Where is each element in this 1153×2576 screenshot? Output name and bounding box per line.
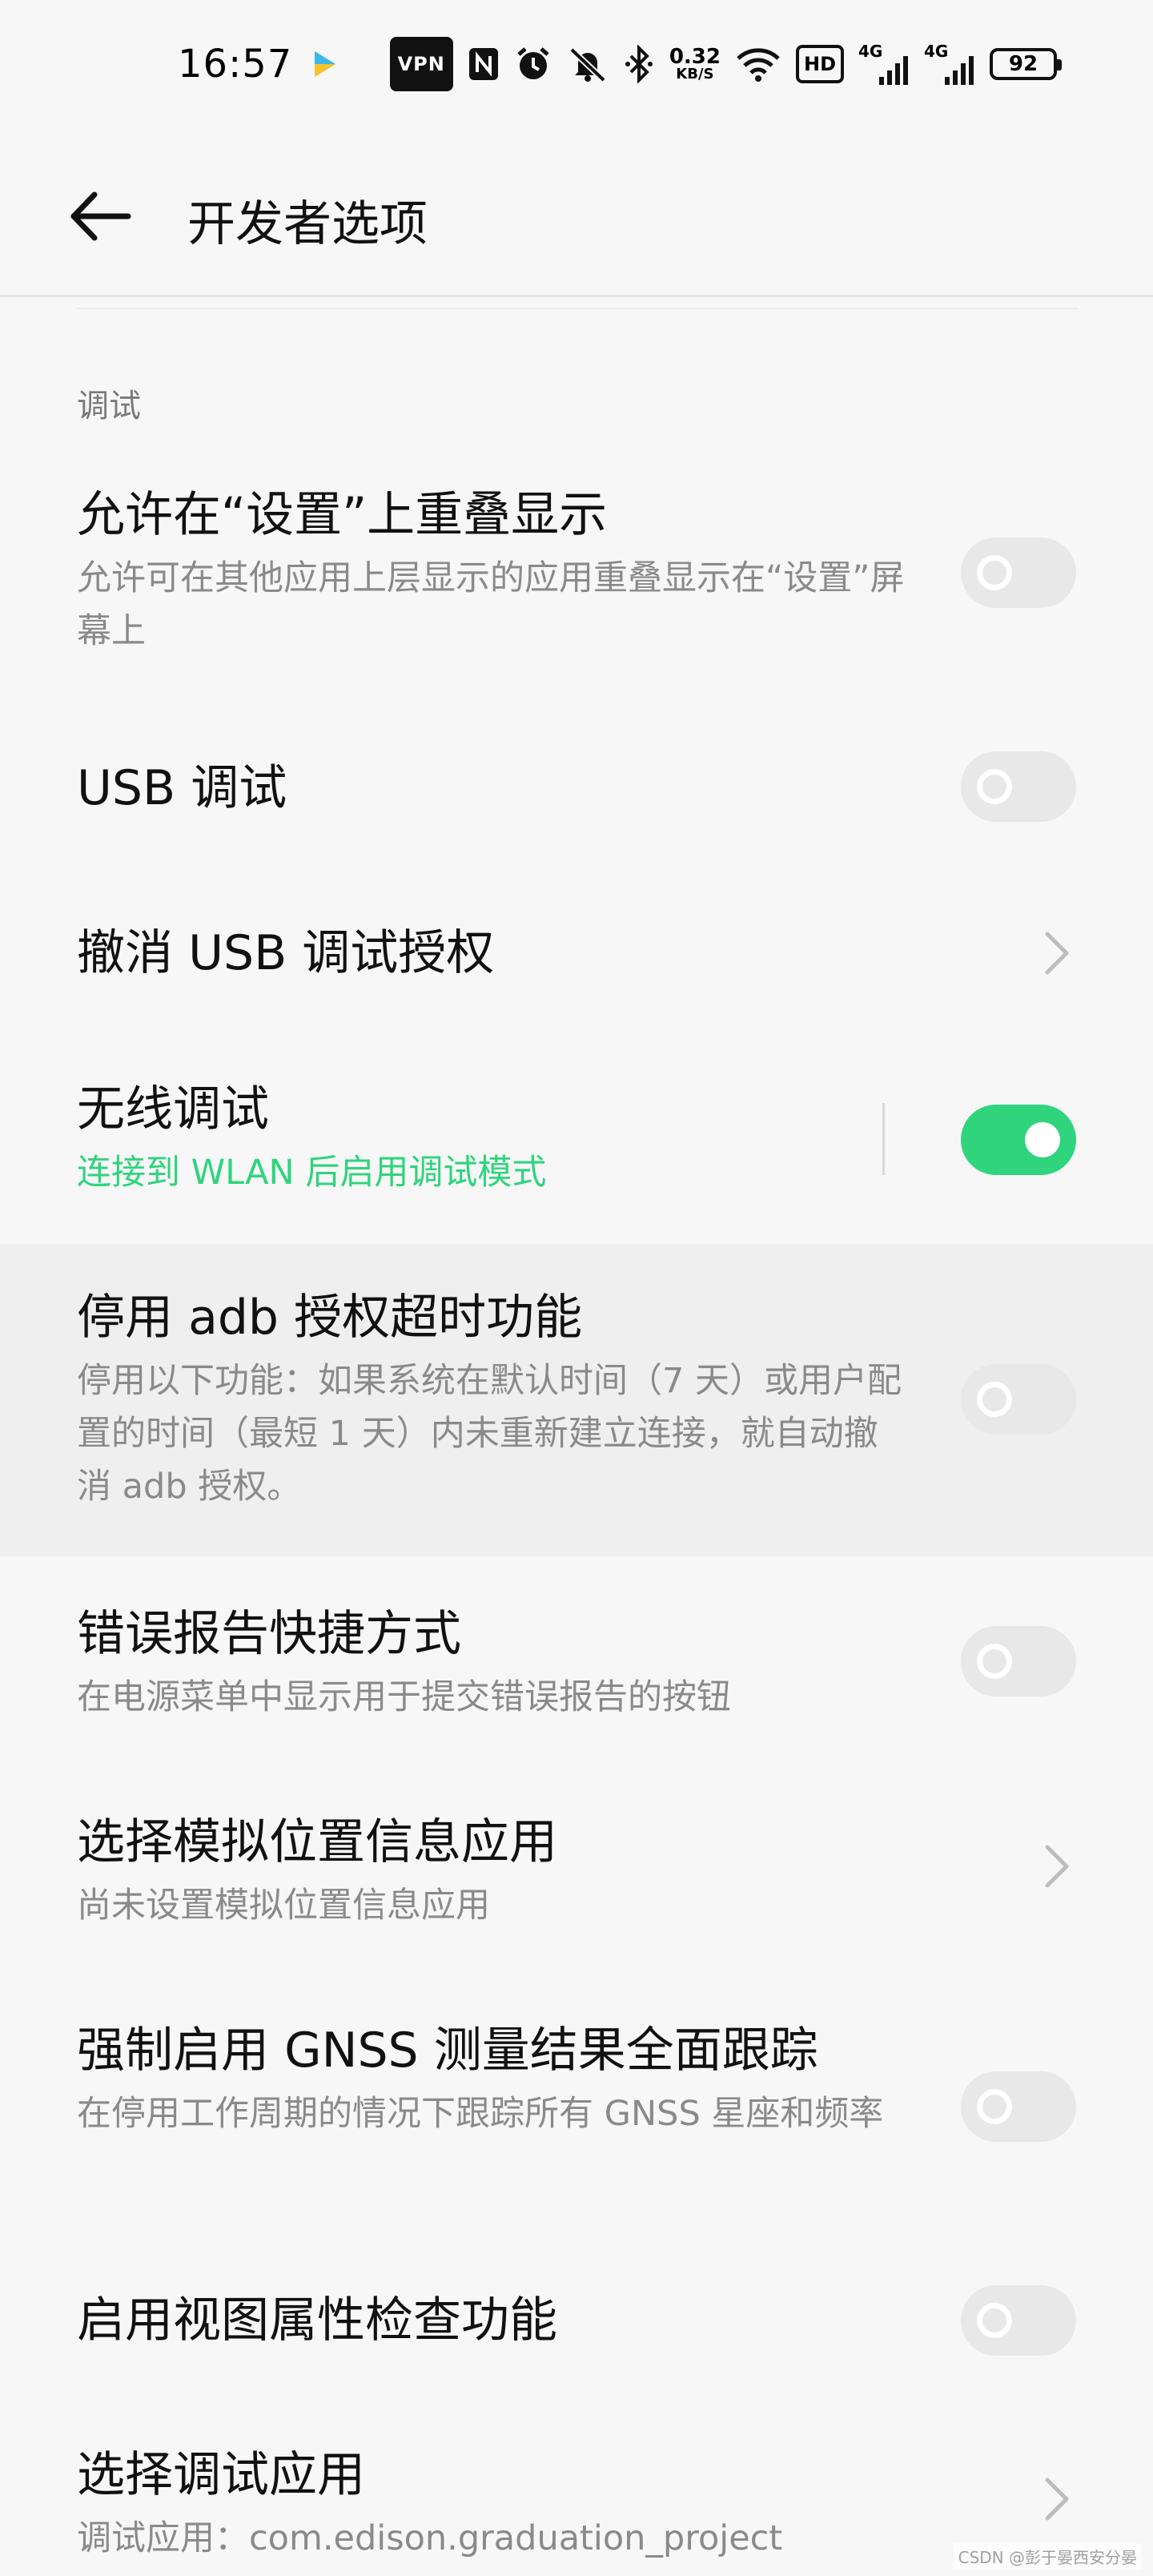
row-text: 启用视图属性检查功能	[77, 2287, 910, 2354]
row-subtitle: 在停用工作周期的情况下跟踪所有 GNSS 星座和频率	[77, 2094, 884, 2134]
gnss-tracking-toggle[interactable]	[961, 2071, 1076, 2142]
setting-row-adb-auth-timeout[interactable]: 停用 adb 授权超时功能 停用以下功能：如果系统在默认时间（7 天）或用户配置…	[0, 1244, 1153, 1556]
setting-row-wireless-debugging[interactable]: 无线调试 连接到 WLAN 后启用调试模式	[0, 1069, 1153, 1230]
overlay-toggle[interactable]	[961, 537, 1076, 608]
status-time: 16:57	[178, 42, 293, 87]
app-header: 开发者选项	[0, 132, 1153, 297]
setting-row-gnss-tracking[interactable]: 强制启用 GNSS 测量结果全面跟踪 在停用工作周期的情况下跟踪所有 GNSS …	[0, 2010, 1153, 2227]
toggle-knob	[977, 1382, 1012, 1417]
row-text: USB 调试	[77, 755, 910, 822]
alarm-icon	[514, 42, 552, 87]
row-subtitle: 调试应用：com.edison.graduation_project	[77, 2518, 783, 2558]
row-subtitle: 在电源菜单中显示用于提交错误报告的按钮	[77, 1677, 731, 1717]
vpn-badge: VPN	[389, 37, 453, 91]
bug-report-toggle[interactable]	[961, 1626, 1076, 1697]
bluetooth-icon	[623, 42, 655, 87]
status-bar: 16:57 VPN 0.32 KB/S HD 4G 4G 92	[0, 0, 1153, 132]
toggle-knob	[977, 769, 1012, 804]
header-divider	[0, 295, 1153, 297]
row-subtitle: 停用以下功能：如果系统在默认时间（7 天）或用户配置的时间（最短 1 天）内未重…	[77, 1361, 902, 1507]
adb-auth-timeout-toggle[interactable]	[961, 1364, 1076, 1435]
toggle-knob	[1025, 1122, 1060, 1157]
setting-row-revoke-usb-auth[interactable]: 撤消 USB 调试授权	[0, 905, 1153, 1009]
row-title: 停用 adb 授权超时功能	[77, 1290, 583, 1346]
signal-icon-1: 4G	[858, 42, 910, 87]
toggle-knob	[977, 1644, 1012, 1679]
setting-row-bug-report-shortcut[interactable]: 错误报告快捷方式 在电源菜单中显示用于提交错误报告的按钮	[0, 1594, 1153, 1746]
row-subtitle: 允许可在其他应用上层显示的应用重叠显示在“设置”屏幕上	[77, 558, 905, 651]
toggle-knob	[977, 2089, 1012, 2124]
play-icon	[308, 42, 340, 87]
row-title: 启用视图属性检查功能	[77, 2292, 557, 2349]
row-text: 选择模拟位置信息应用 尚未设置模拟位置信息应用	[77, 1809, 910, 1932]
row-text: 撤消 USB 调试授权	[77, 920, 910, 987]
toggle-knob	[977, 555, 1012, 590]
row-text: 无线调试 连接到 WLAN 后启用调试模式	[77, 1076, 910, 1199]
row-title: USB 调试	[77, 760, 287, 816]
row-title: 选择模拟位置信息应用	[77, 1814, 557, 1870]
row-subtitle: 连接到 WLAN 后启用调试模式	[77, 1153, 547, 1193]
setting-row-mock-location[interactable]: 选择模拟位置信息应用 尚未设置模拟位置信息应用	[0, 1802, 1153, 1954]
net-speed: 0.32 KB/S	[669, 45, 721, 83]
row-title: 无线调试	[77, 1081, 269, 1137]
row-subtitle: 尚未设置模拟位置信息应用	[77, 1886, 490, 1926]
row-title: 选择调试应用	[77, 2447, 365, 2503]
signal-icon-2: 4G	[924, 42, 975, 87]
chevron-right-icon[interactable]	[1041, 929, 1073, 977]
setting-row-usb-debugging[interactable]: USB 调试	[0, 737, 1153, 841]
setting-row-view-attribute[interactable]: 启用视图属性检查功能	[0, 2279, 1153, 2383]
wireless-debugging-toggle[interactable]	[961, 1105, 1076, 1175]
row-text: 选择调试应用 调试应用：com.edison.graduation_projec…	[77, 2441, 910, 2565]
row-title: 撤消 USB 调试授权	[77, 925, 495, 981]
content-divider	[77, 308, 1078, 309]
row-text: 允许在“设置”上重叠显示 允许可在其他应用上层显示的应用重叠显示在“设置”屏幕上	[77, 481, 910, 658]
row-text: 停用 adb 授权超时功能 停用以下功能：如果系统在默认时间（7 天）或用户配置…	[77, 1284, 910, 1513]
battery-icon: 92	[990, 42, 1062, 87]
row-title: 错误报告快捷方式	[77, 1606, 461, 1662]
row-text: 强制启用 GNSS 测量结果全面跟踪 在停用工作周期的情况下跟踪所有 GNSS …	[77, 2017, 910, 2140]
usb-debugging-toggle[interactable]	[961, 751, 1076, 822]
status-icons: VPN 0.32 KB/S HD 4G 4G 92	[308, 37, 1062, 91]
hd-badge: HD	[795, 45, 844, 83]
row-title: 允许在“设置”上重叠显示	[77, 487, 608, 543]
setting-row-overlay[interactable]: 允许在“设置”上重叠显示 允许可在其他应用上层显示的应用重叠显示在“设置”屏幕上	[0, 469, 1153, 685]
view-attribute-toggle[interactable]	[961, 2285, 1076, 2356]
mute-icon	[567, 42, 609, 87]
chevron-right-icon[interactable]	[1041, 2475, 1073, 2523]
toggle-knob	[977, 2303, 1012, 2338]
vertical-separator	[882, 1103, 885, 1175]
wifi-icon	[735, 42, 781, 87]
back-arrow-icon[interactable]	[69, 188, 133, 244]
section-title: 调试	[77, 388, 141, 425]
nfc-icon	[468, 42, 500, 87]
watermark: CSDN @彭于晏西安分晏	[953, 2543, 1142, 2570]
chevron-right-icon[interactable]	[1041, 1842, 1073, 1890]
row-text: 错误报告快捷方式 在电源菜单中显示用于提交错误报告的按钮	[77, 1600, 910, 1724]
page-title: 开发者选项	[187, 196, 428, 252]
row-title: 强制启用 GNSS 测量结果全面跟踪	[77, 2023, 818, 2079]
